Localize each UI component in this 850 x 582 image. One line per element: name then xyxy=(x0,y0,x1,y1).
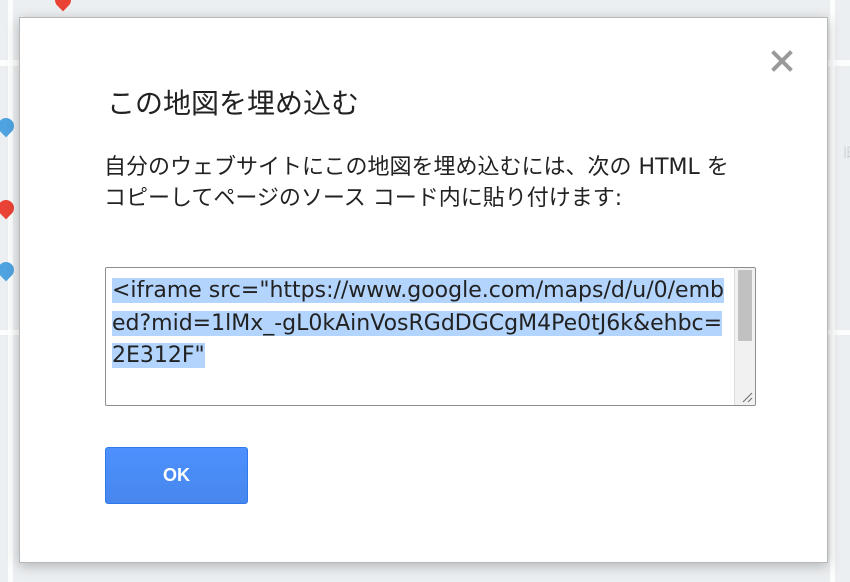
resize-grip-icon[interactable] xyxy=(739,389,753,403)
map-pin-icon xyxy=(0,114,18,138)
ok-button[interactable]: OK xyxy=(105,447,248,504)
dialog-description: 自分のウェブサイトにこの地図を埋め込むには、次の HTML をコピーしてページの… xyxy=(104,155,729,211)
textarea-scrollbar[interactable] xyxy=(734,268,755,405)
embed-code-selection: <iframe src="https://www.google.com/maps… xyxy=(112,278,724,368)
map-label: 旧 xyxy=(842,146,850,161)
map-road xyxy=(8,0,13,582)
embed-map-dialog: この地図を埋め込む 自分のウェブサイトにこの地図を埋め込むには、次の HTML … xyxy=(19,17,828,563)
scrollbar-thumb[interactable] xyxy=(738,270,752,341)
map-pin-icon xyxy=(0,258,18,282)
map-pin-icon xyxy=(0,196,18,220)
map-pin-icon xyxy=(51,0,75,12)
close-button[interactable] xyxy=(767,46,797,76)
embed-code-text[interactable]: <iframe src="https://www.google.com/maps… xyxy=(112,275,724,373)
map-road xyxy=(830,0,835,582)
dialog-title: この地図を埋め込む xyxy=(107,87,360,120)
embed-code-textarea[interactable]: <iframe src="https://www.google.com/maps… xyxy=(105,267,756,406)
close-icon[interactable] xyxy=(771,50,793,72)
